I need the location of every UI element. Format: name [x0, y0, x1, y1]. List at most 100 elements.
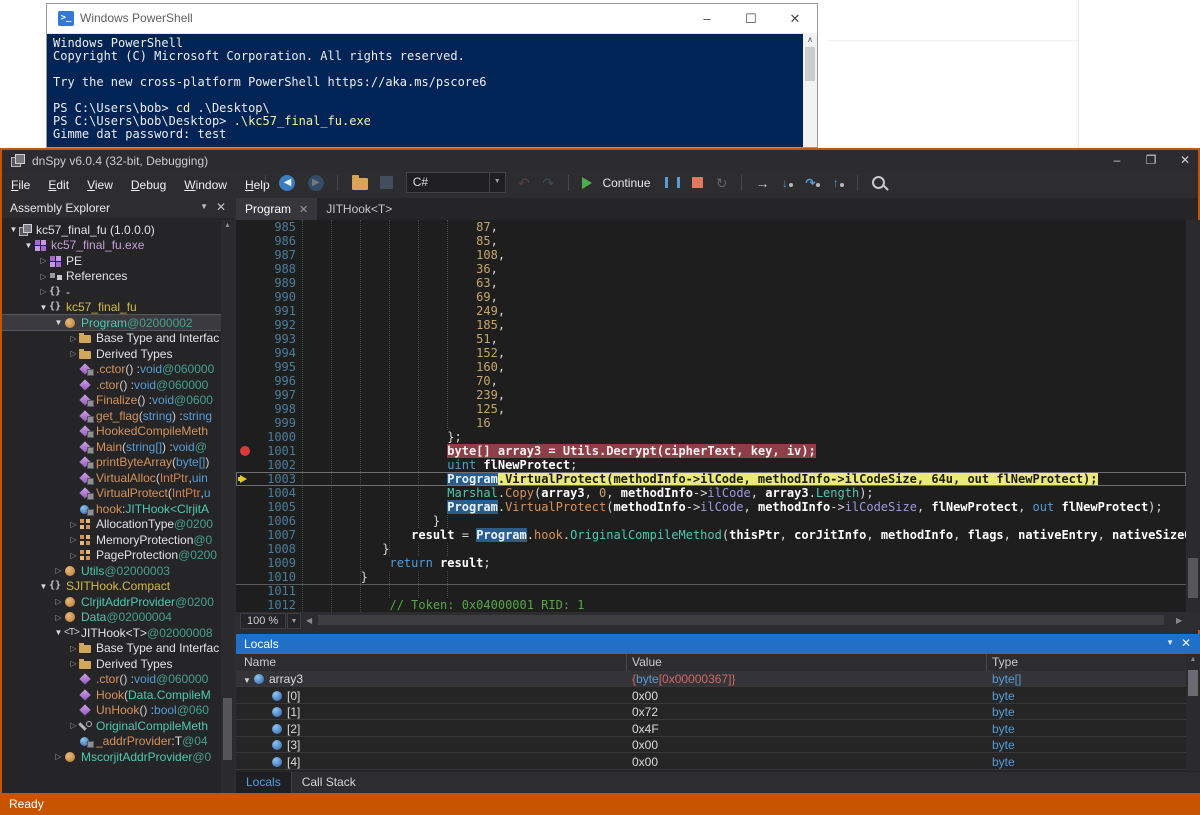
tree-item[interactable]: ▷MemoryProtection @0: [2, 532, 221, 547]
code-line-1011[interactable]: 1011: [236, 584, 1186, 598]
expander-icon[interactable]: ▼: [8, 225, 19, 234]
tree-vertical-scrollbar[interactable]: ▲: [221, 220, 234, 814]
tree-item[interactable]: ▷MscorjitAddrProvider @0: [2, 749, 221, 764]
code-line-1006[interactable]: 1006}: [236, 514, 1186, 528]
tab-call-stack[interactable]: Call Stack: [292, 772, 366, 794]
expander-icon[interactable]: ▷: [53, 597, 64, 606]
tree-item[interactable]: ▼{}kc57_final_fu: [2, 300, 221, 315]
breakpoint-margin[interactable]: [236, 304, 256, 318]
column-header-type[interactable]: Type: [992, 654, 1018, 670]
tree-item[interactable]: ▷PE: [2, 253, 221, 268]
save-all-icon[interactable]: [380, 176, 393, 189]
close-button[interactable]: ✕: [775, 4, 815, 33]
expander-icon[interactable]: ▼: [23, 241, 34, 250]
code-line-996[interactable]: 99670,: [236, 374, 1186, 388]
tree-item[interactable]: ▼<T>JITHook<T> @02000008: [2, 625, 221, 640]
code-line-997[interactable]: 997239,: [236, 388, 1186, 402]
close-icon[interactable]: ✕: [216, 200, 226, 214]
breakpoint-margin[interactable]: [236, 360, 256, 374]
chevron-down-icon[interactable]: ▼: [287, 613, 301, 629]
editor-vertical-scrollbar[interactable]: [1186, 220, 1200, 612]
expander-icon[interactable]: ▷: [38, 256, 49, 265]
search-icon[interactable]: [872, 176, 885, 189]
navigate-back-button[interactable]: ◀: [279, 175, 295, 191]
chevron-down-icon[interactable]: ▼: [1166, 638, 1174, 647]
column-resize-handle[interactable]: [626, 654, 627, 671]
restart-icon[interactable]: ↻: [716, 175, 728, 191]
tree-item[interactable]: _addrProvider : T @04: [2, 734, 221, 749]
code-line-989[interactable]: 98963,: [236, 276, 1186, 290]
breakpoint-margin[interactable]: [236, 458, 256, 472]
expander-icon[interactable]: ▷: [68, 644, 79, 653]
pause-icon[interactable]: [665, 177, 680, 188]
minimize-button[interactable]: –: [1100, 150, 1134, 172]
breakpoint-margin[interactable]: [236, 444, 256, 458]
breakpoint-margin[interactable]: [236, 346, 256, 360]
tree-item[interactable]: ▷Base Type and Interfac: [2, 641, 221, 656]
step-over-icon[interactable]: ↷: [805, 176, 820, 190]
locals-row[interactable]: [0]0x00byte: [236, 688, 1186, 704]
tree-item[interactable]: ▷PageProtection @0200: [2, 548, 221, 563]
tree-item[interactable]: ▼{}SJITHook.Compact: [2, 579, 221, 594]
expander-icon[interactable]: ▷: [38, 287, 49, 296]
column-header-value[interactable]: Value: [632, 654, 662, 670]
tree-item[interactable]: Finalize() : void @0600: [2, 393, 221, 408]
breakpoint-margin[interactable]: [236, 500, 256, 514]
menu-window[interactable]: Window: [175, 172, 236, 198]
breakpoint-margin[interactable]: [236, 486, 256, 500]
column-resize-handle[interactable]: [986, 654, 987, 671]
powershell-scrollbar[interactable]: ∧: [803, 33, 817, 147]
locals-row[interactable]: [2]0x4Fbyte: [236, 721, 1186, 737]
expander-icon[interactable]: ▷: [68, 334, 79, 343]
scroll-left-icon[interactable]: ◀: [306, 616, 312, 625]
expander-icon[interactable]: ▷: [38, 272, 49, 281]
locals-row[interactable]: [1]0x72byte: [236, 704, 1186, 720]
tree-item[interactable]: VirtualProtect(IntPtr, u: [2, 486, 221, 501]
breakpoint-margin[interactable]: [236, 262, 256, 276]
scroll-right-icon[interactable]: ▶: [1176, 616, 1182, 625]
step-out-icon[interactable]: ↑: [833, 176, 844, 190]
locals-vertical-scrollbar[interactable]: ▲: [1186, 654, 1200, 771]
breakpoint-margin[interactable]: [236, 514, 256, 528]
breakpoint-margin[interactable]: [236, 402, 256, 416]
tree-item[interactable]: ▷ClrjitAddrProvider @0200: [2, 594, 221, 609]
tree-item[interactable]: ▷Utils @02000003: [2, 563, 221, 578]
tree-item[interactable]: hook : JITHook<ClrjitA: [2, 501, 221, 516]
undo-icon[interactable]: ↶: [518, 175, 530, 191]
continue-button[interactable]: Continue: [602, 176, 650, 190]
expander-icon[interactable]: ▷: [68, 551, 79, 560]
scrollbar-thumb[interactable]: [805, 47, 815, 81]
breakpoint-margin[interactable]: [236, 472, 256, 486]
tree-item[interactable]: ▷Derived Types: [2, 346, 221, 361]
breakpoint-margin[interactable]: [236, 570, 256, 584]
expander-icon[interactable]: ▷: [68, 659, 79, 668]
open-file-icon[interactable]: [352, 178, 368, 190]
code-line-1012[interactable]: 1012// Token: 0x04000001 RID: 1: [236, 598, 1186, 612]
locals-titlebar[interactable]: Locals ▼ ✕: [236, 634, 1200, 654]
dnspy-titlebar[interactable]: dnSpy v6.0.4 (32-bit, Debugging) – ❐ ✕: [2, 150, 1198, 172]
menu-edit[interactable]: Edit: [39, 172, 78, 198]
code-line-998[interactable]: 998125,: [236, 402, 1186, 416]
tree-item[interactable]: .ctor() : void @060000: [2, 377, 221, 392]
expander-icon[interactable]: ▷: [53, 613, 64, 622]
expander-icon[interactable]: ▷: [53, 752, 64, 761]
tree-item[interactable]: UnHook() : bool @060: [2, 703, 221, 718]
expander-icon[interactable]: ▷: [68, 535, 79, 544]
powershell-titlebar[interactable]: >_ Windows PowerShell – ☐ ✕: [47, 4, 817, 34]
close-button[interactable]: ✕: [1168, 150, 1200, 172]
code-line-986[interactable]: 98685,: [236, 234, 1186, 248]
show-next-statement-icon[interactable]: →: [756, 175, 770, 191]
tree-item[interactable]: ▷OriginalCompileMeth: [2, 718, 221, 733]
locals-row[interactable]: ▼array3{byte[0x00000367]}byte[]: [236, 671, 1186, 687]
tree-item[interactable]: Main(string[]) : void @: [2, 439, 221, 454]
maximize-button[interactable]: ❐: [1134, 150, 1168, 172]
breakpoint-icon[interactable]: [240, 446, 250, 456]
tree-item[interactable]: ▷AllocationType @0200: [2, 517, 221, 532]
expander-icon[interactable]: ▷: [68, 721, 79, 730]
code-line-988[interactable]: 98836,: [236, 262, 1186, 276]
scrollbar-thumb[interactable]: [318, 615, 1164, 625]
expander-icon[interactable]: ▼: [38, 582, 49, 591]
scrollbar-thumb[interactable]: [1188, 670, 1198, 696]
code-line-992[interactable]: 992185,: [236, 318, 1186, 332]
code-line-987[interactable]: 987108,: [236, 248, 1186, 262]
